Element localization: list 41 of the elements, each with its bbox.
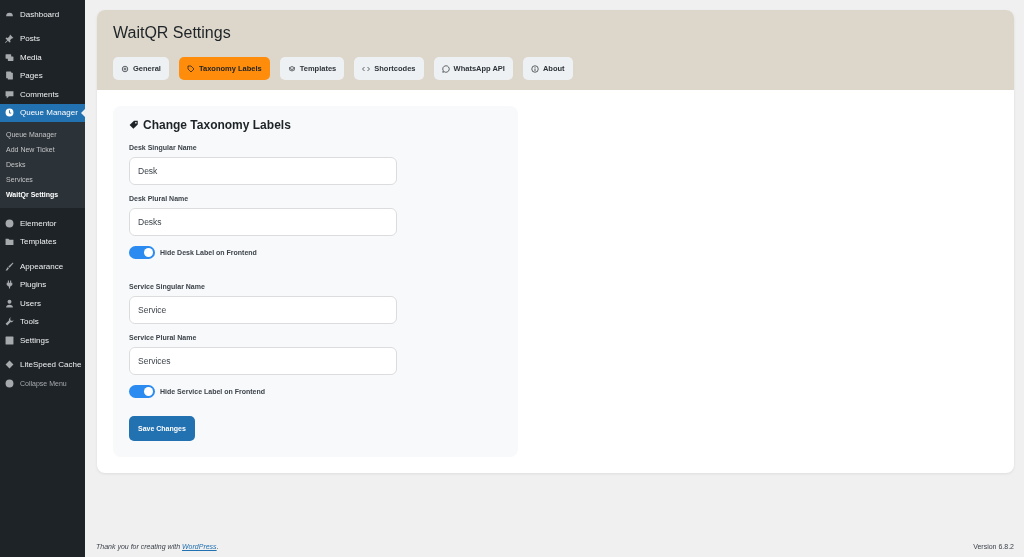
sidebar-item[interactable]: LiteSpeed Cache — [0, 355, 85, 374]
input-field[interactable]: Desks — [129, 208, 397, 236]
layers-icon — [287, 64, 296, 73]
chat-icon — [441, 64, 450, 73]
sidebar-item[interactable]: Plugins — [0, 275, 85, 294]
tag-icon — [186, 64, 195, 73]
sidebar-item[interactable]: Dashboard — [0, 5, 85, 24]
sidebar-item[interactable]: Media — [0, 48, 85, 67]
clock-icon — [5, 108, 14, 118]
input-field[interactable]: Service — [129, 296, 397, 324]
photos-icon — [5, 52, 14, 62]
gear-icon — [121, 64, 129, 73]
folder-icon — [5, 237, 14, 247]
code-icon — [362, 64, 371, 73]
sidebar-item[interactable]: Settings — [0, 331, 85, 350]
diamond-icon — [5, 360, 14, 370]
input-field[interactable]: Desk — [129, 157, 397, 185]
sidebar-item[interactable]: Elementor — [0, 214, 85, 233]
person-icon — [5, 298, 14, 308]
panel-heading: Change Taxonomy Labels — [143, 118, 291, 132]
tag-icon — [129, 120, 139, 130]
input-field[interactable]: Services — [129, 347, 397, 375]
document-icon — [5, 71, 14, 81]
sidebar-item[interactable]: Comments — [0, 85, 85, 104]
circle-icon — [5, 218, 14, 228]
sidebar-item[interactable]: Queue Manager — [0, 103, 85, 122]
toggle-switch[interactable] — [129, 246, 155, 259]
plug-icon — [5, 280, 14, 290]
sidebar-item[interactable]: Users — [0, 294, 85, 313]
sidebar-item[interactable]: Posts — [0, 29, 85, 48]
sidebar-item[interactable]: Pages — [0, 66, 85, 85]
page-title: WaitQR Settings — [113, 24, 232, 42]
wrench-icon — [5, 317, 14, 327]
sidebar-item[interactable]: Appearance — [0, 257, 85, 276]
sidebar-item[interactable]: Templates — [0, 232, 85, 251]
sidebar-item[interactable]: Tools — [0, 312, 85, 331]
brush-icon — [5, 261, 14, 271]
pin-icon — [5, 34, 14, 44]
speech-bubble-icon — [5, 89, 14, 99]
toggle-switch[interactable] — [129, 385, 155, 398]
info-icon — [530, 64, 539, 73]
